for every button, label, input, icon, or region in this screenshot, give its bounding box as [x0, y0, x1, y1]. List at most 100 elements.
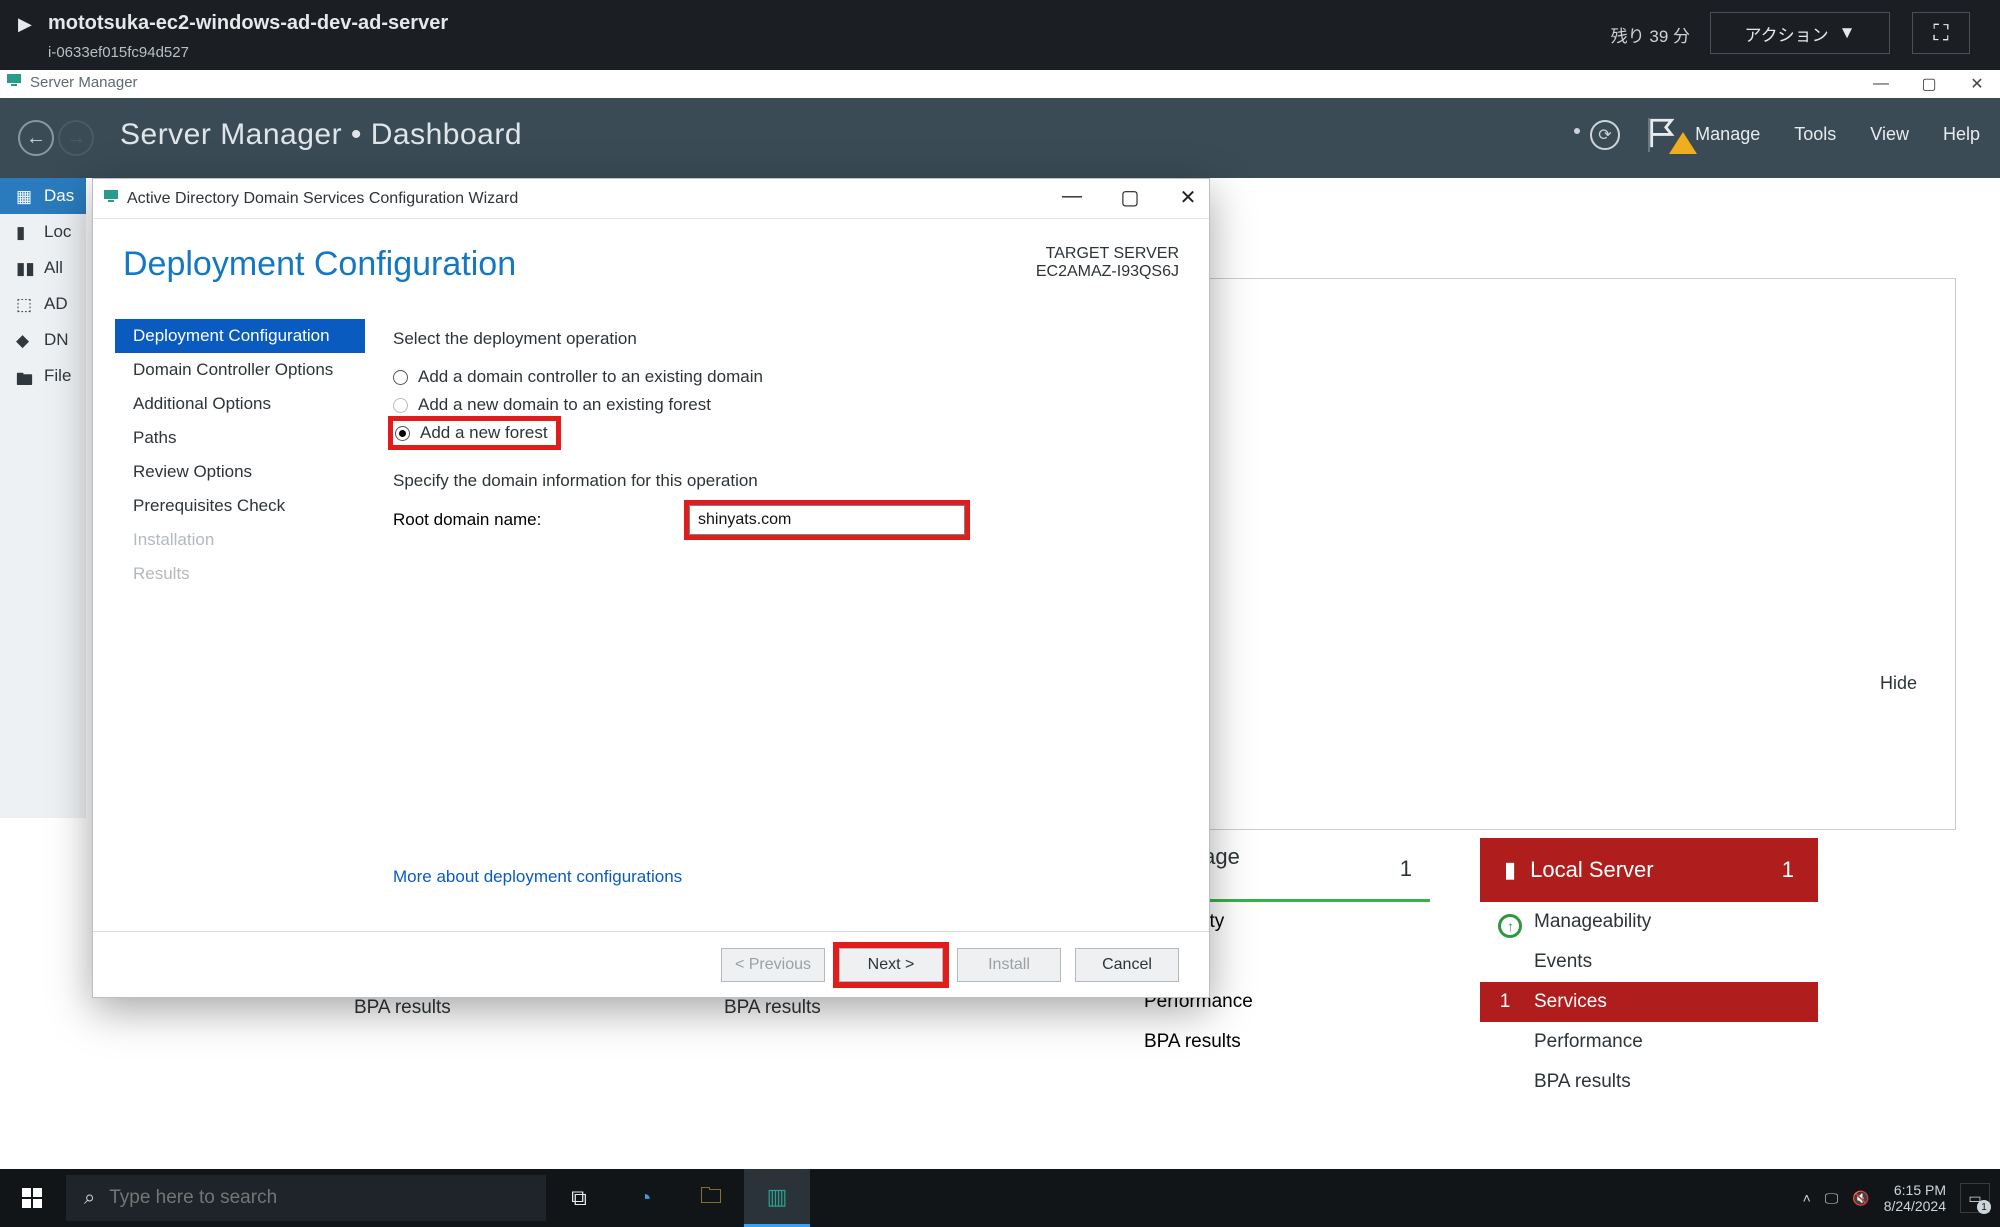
menu-manage[interactable]: Manage — [1695, 124, 1760, 145]
notifications-button[interactable]: ▭ 1 — [1960, 1183, 1990, 1213]
radio-label: Add a new forest — [420, 423, 548, 443]
nav-step-review[interactable]: Review Options — [115, 455, 365, 489]
explorer-button[interactable]: 🗀 — [678, 1169, 744, 1227]
wizard-heading: Deployment Configuration — [123, 245, 516, 284]
radio-new-forest[interactable]: Add a new forest — [395, 423, 548, 443]
display-icon[interactable]: 🖵 — [1825, 1190, 1839, 1207]
wizard-header: Deployment Configuration TARGET SERVER E… — [93, 219, 1209, 294]
clock-date: 8/24/2024 — [1884, 1198, 1946, 1214]
tile-count: 1 — [1400, 856, 1412, 882]
forward-button[interactable]: → — [58, 120, 94, 156]
tile-count: 1 — [1782, 857, 1794, 883]
more-info-link[interactable]: More about deployment configurations — [393, 867, 682, 887]
instance-name: mototsuka-ec2-windows-ad-dev-ad-server — [48, 12, 448, 35]
sidebar-item-all[interactable]: ▮▮ All — [0, 250, 86, 286]
play-icon: ▶ — [18, 14, 32, 35]
tile-row[interactable]: Performance — [1480, 1022, 1818, 1062]
sidebar-item-file[interactable]: 🖿File — [0, 358, 86, 394]
clock-time: 6:15 PM — [1884, 1182, 1946, 1198]
tray-chevron-icon[interactable]: ˄ — [1803, 1190, 1811, 1206]
server-manager-taskbar-button[interactable]: ▥ — [744, 1169, 810, 1227]
nav-step-dc-options[interactable]: Domain Controller Options — [115, 353, 365, 387]
dashboard-icon: ▦ — [16, 187, 34, 205]
tile-row[interactable]: BPA results — [1480, 1062, 1818, 1102]
specify-domain-label: Specify the domain information for this … — [393, 471, 1163, 491]
highlight-domain-input — [689, 505, 965, 535]
edge-button[interactable]: ◔ — [612, 1169, 678, 1227]
refresh-icon[interactable]: ⟳ — [1590, 120, 1620, 150]
sm-titlebar: Server Manager — ▢ ✕ — [0, 70, 2000, 98]
highlight-new-forest: Add a new forest — [393, 421, 556, 445]
maximize-button[interactable]: ▢ — [1115, 185, 1145, 210]
nav-step-prereq[interactable]: Prerequisites Check — [115, 489, 365, 523]
target-value: EC2AMAZ-I93QS6J — [1036, 263, 1179, 281]
tile-local-server[interactable]: ▮Local Server 1 ↑ Manageability Events 1… — [1480, 838, 1818, 1102]
sidebar-item-label: All — [44, 258, 63, 278]
folder-icon: 🗀 — [700, 1179, 722, 1217]
close-button[interactable]: ✕ — [1954, 72, 2000, 96]
taskbar-search[interactable]: ⌕ — [66, 1175, 546, 1221]
servers-icon: ▮▮ — [16, 259, 34, 277]
tile-row[interactable]: Events — [1480, 942, 1818, 982]
tile-row[interactable]: BPA results — [1120, 1022, 1430, 1062]
menu-view[interactable]: View — [1870, 124, 1909, 145]
minimize-button[interactable]: — — [1858, 72, 1904, 96]
tile-row-alert[interactable]: 1Services — [1480, 982, 1818, 1022]
close-button[interactable]: ✕ — [1173, 185, 1203, 210]
radio-label: Add a domain controller to an existing d… — [418, 367, 763, 387]
server-manager-window: Server Manager — ▢ ✕ ← → Server Manager … — [0, 98, 2000, 1173]
ad-ds-wizard-dialog: Active Directory Domain Services Configu… — [92, 178, 1210, 998]
hide-link[interactable]: Hide — [1880, 673, 1917, 694]
root-domain-row: Root domain name: — [393, 505, 1163, 535]
radio-icon — [393, 398, 408, 413]
sm-sidebar: ▦ Das ▮Loc ▮▮ All ⬚AD ◆DN 🖿File — [0, 178, 86, 818]
tile-row[interactable]: Manageability — [1480, 902, 1818, 942]
radio-add-dc[interactable]: Add a domain controller to an existing d… — [393, 363, 1163, 391]
sidebar-item-label: DN — [44, 330, 69, 350]
sm-title: Server Manager — [30, 74, 138, 91]
warning-icon[interactable] — [1669, 132, 1697, 154]
nav-step-paths[interactable]: Paths — [115, 421, 365, 455]
menu-tools[interactable]: Tools — [1794, 124, 1836, 145]
select-operation-label: Select the deployment operation — [393, 329, 1163, 349]
fullscreen-button[interactable]: ⛶ — [1912, 12, 1970, 54]
server-manager-icon — [6, 72, 24, 90]
sidebar-item-local[interactable]: ▮Loc — [0, 214, 86, 250]
tile-title: Local Server — [1530, 857, 1654, 883]
header-menu: Manage Tools View Help — [1695, 124, 1980, 145]
wizard-titlebar: Active Directory Domain Services Configu… — [93, 179, 1209, 219]
search-icon: ⌕ — [84, 1187, 95, 1210]
root-domain-input[interactable] — [689, 505, 965, 535]
sidebar-item-dns[interactable]: ◆DN — [0, 322, 86, 358]
target-label: TARGET SERVER — [1036, 245, 1179, 263]
clock[interactable]: 6:15 PM 8/24/2024 — [1884, 1182, 1946, 1214]
task-view-button[interactable]: ⧉ — [546, 1169, 612, 1227]
next-button[interactable]: Next > — [839, 948, 943, 982]
sidebar-item-dashboard[interactable]: ▦ Das — [0, 178, 86, 214]
file-icon: 🖿 — [16, 367, 34, 385]
root-domain-label: Root domain name: — [393, 510, 689, 530]
action-button[interactable]: アクション▼ — [1710, 12, 1890, 54]
install-button: Install — [957, 948, 1061, 982]
start-button[interactable] — [0, 1169, 64, 1227]
maximize-button[interactable]: ▢ — [1906, 72, 1952, 96]
wizard-nav: Deployment Configuration Domain Controll… — [115, 319, 365, 591]
session-remaining: 残り 39 分 — [1611, 22, 1690, 47]
network-muted-icon[interactable]: 🔇 — [1852, 1190, 1869, 1207]
minimize-button[interactable]: — — [1057, 185, 1087, 210]
radio-add-domain[interactable]: Add a new domain to an existing forest — [393, 391, 1163, 419]
adds-icon: ⬚ — [16, 295, 34, 313]
wizard-footer: < Previous Next > Install Cancel — [93, 931, 1209, 997]
menu-dot[interactable] — [1574, 128, 1580, 134]
session-bar: ▶ mototsuka-ec2-windows-ad-dev-ad-server… — [0, 0, 2000, 70]
tile-row-label: Services — [1534, 991, 1607, 1013]
sidebar-item-label: Das — [44, 186, 74, 206]
nav-step-additional[interactable]: Additional Options — [115, 387, 365, 421]
breadcrumb: Server Manager • Dashboard — [120, 118, 522, 152]
menu-help[interactable]: Help — [1943, 124, 1980, 145]
nav-step-deployment[interactable]: Deployment Configuration — [115, 319, 365, 353]
search-input[interactable] — [109, 1187, 489, 1209]
cancel-button[interactable]: Cancel — [1075, 948, 1179, 982]
back-button[interactable]: ← — [18, 120, 54, 156]
sidebar-item-adds[interactable]: ⬚AD — [0, 286, 86, 322]
